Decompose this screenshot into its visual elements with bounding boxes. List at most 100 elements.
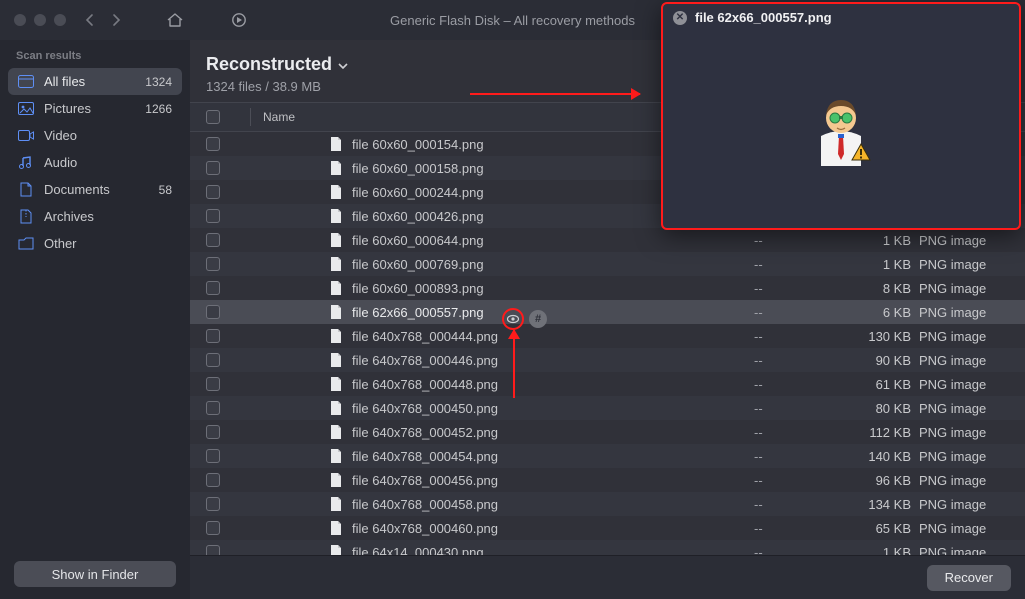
close-window[interactable]	[14, 14, 26, 26]
file-size: 96 KB	[859, 473, 919, 488]
file-row[interactable]: file 62x66_000557.png--6 KBPNG image	[190, 300, 1025, 324]
file-row[interactable]: file 640x768_000450.png--80 KBPNG image	[190, 396, 1025, 420]
file-name-cell: file 640x768_000448.png	[246, 376, 754, 392]
file-date: --	[754, 305, 859, 320]
sidebar-item-other[interactable]: Other	[8, 230, 182, 257]
file-name-cell: file 60x60_000644.png	[246, 232, 754, 248]
refresh-icon[interactable]	[230, 11, 248, 29]
file-date: --	[754, 401, 859, 416]
file-row[interactable]: file 640x768_000456.png--96 KBPNG image	[190, 468, 1025, 492]
file-kind: PNG image	[919, 329, 1009, 344]
file-icon	[328, 280, 344, 296]
row-checkbox[interactable]	[206, 161, 220, 175]
recover-button[interactable]: Recover	[927, 565, 1011, 591]
file-size: 1 KB	[859, 545, 919, 556]
file-row[interactable]: file 640x768_000446.png--90 KBPNG image	[190, 348, 1025, 372]
row-checkbox[interactable]	[206, 377, 220, 391]
file-icon	[328, 208, 344, 224]
file-date: --	[754, 545, 859, 556]
row-checkbox[interactable]	[206, 545, 220, 555]
row-checkbox[interactable]	[206, 281, 220, 295]
file-icon	[328, 328, 344, 344]
file-date: --	[754, 329, 859, 344]
row-checkbox[interactable]	[206, 185, 220, 199]
file-name: file 60x60_000769.png	[352, 257, 484, 272]
zoom-window[interactable]	[54, 14, 66, 26]
sidebar: Scan results All files 1324 Pictures1266Vi…	[0, 40, 190, 599]
select-all-checkbox[interactable]	[206, 110, 220, 124]
sidebar-item-count: 1324	[145, 75, 172, 89]
sidebar-item-pictures[interactable]: Pictures1266	[8, 95, 182, 122]
nav-forward-icon[interactable]	[110, 13, 122, 27]
sidebar-item-audio[interactable]: Audio	[8, 149, 182, 176]
file-size: 134 KB	[859, 497, 919, 512]
file-size: 1 KB	[859, 257, 919, 272]
row-checkbox[interactable]	[206, 353, 220, 367]
sidebar-item-label: Other	[44, 236, 77, 251]
home-icon[interactable]	[166, 12, 184, 28]
file-kind: PNG image	[919, 401, 1009, 416]
file-name: file 640x768_000454.png	[352, 449, 498, 464]
file-size: 140 KB	[859, 449, 919, 464]
sidebar-item-label: Audio	[44, 155, 77, 170]
file-date: --	[754, 449, 859, 464]
file-row[interactable]: file 64x14_000430.png--1 KBPNG image	[190, 540, 1025, 555]
file-icon	[328, 376, 344, 392]
file-row[interactable]: file 640x768_000448.png--61 KBPNG image	[190, 372, 1025, 396]
preview-image	[663, 31, 1019, 225]
row-checkbox[interactable]	[206, 329, 220, 343]
file-kind: PNG image	[919, 449, 1009, 464]
window-title: Generic Flash Disk – All recovery method…	[390, 13, 635, 28]
file-row[interactable]: file 640x768_000454.png --140 KBPNG image	[190, 444, 1025, 468]
file-icon	[328, 472, 344, 488]
file-row[interactable]: file 640x768_000444.png--130 KBPNG image	[190, 324, 1025, 348]
file-name-cell: file 640x768_000446.png	[246, 352, 754, 368]
file-name-cell: file 64x14_000430.png	[246, 544, 754, 555]
row-checkbox[interactable]	[206, 473, 220, 487]
row-checkbox[interactable]	[206, 425, 220, 439]
row-checkbox[interactable]	[206, 449, 220, 463]
row-checkbox[interactable]	[206, 305, 220, 319]
file-row[interactable]: file 60x60_000644.png--1 KBPNG image	[190, 228, 1025, 252]
nav-back-icon[interactable]	[84, 13, 96, 27]
documents-icon	[18, 182, 34, 197]
hex-badge-icon[interactable]: #	[529, 310, 547, 328]
file-name-cell: file 60x60_000769.png	[246, 256, 754, 272]
row-checkbox[interactable]	[206, 401, 220, 415]
file-icon	[328, 232, 344, 248]
row-checkbox[interactable]	[206, 233, 220, 247]
file-row[interactable]: file 640x768_000460.png--65 KBPNG image	[190, 516, 1025, 540]
file-row[interactable]: file 640x768_000452.png--112 KBPNG image	[190, 420, 1025, 444]
file-name: file 640x768_000444.png	[352, 329, 498, 344]
file-size: 8 KB	[859, 281, 919, 296]
file-date: --	[754, 257, 859, 272]
preview-eye-annotation	[502, 308, 524, 330]
row-checkbox[interactable]	[206, 137, 220, 151]
sidebar-item-archives[interactable]: Archives	[8, 203, 182, 230]
archives-icon	[18, 209, 34, 224]
row-checkbox[interactable]	[206, 521, 220, 535]
sidebar-item-documents[interactable]: Documents58	[8, 176, 182, 203]
sidebar-item-count: 58	[159, 183, 172, 197]
row-checkbox[interactable]	[206, 209, 220, 223]
file-kind: PNG image	[919, 281, 1009, 296]
audio-icon	[18, 156, 34, 170]
file-name: file 640x768_000452.png	[352, 425, 498, 440]
file-kind: PNG image	[919, 473, 1009, 488]
file-name-cell: file 640x768_000450.png	[246, 400, 754, 416]
file-icon	[328, 184, 344, 200]
file-kind: PNG image	[919, 521, 1009, 536]
minimize-window[interactable]	[34, 14, 46, 26]
show-in-finder-button[interactable]: Show in Finder	[14, 561, 176, 587]
file-row[interactable]: file 640x768_000458.png--134 KBPNG image	[190, 492, 1025, 516]
file-row[interactable]: file 60x60_000769.png--1 KBPNG image	[190, 252, 1025, 276]
row-checkbox[interactable]	[206, 257, 220, 271]
file-row[interactable]: file 60x60_000893.png--8 KBPNG image	[190, 276, 1025, 300]
sidebar-item-all[interactable]: All files 1324	[8, 68, 182, 95]
sidebar-item-label: All files	[44, 74, 85, 89]
row-checkbox[interactable]	[206, 497, 220, 511]
close-preview-icon[interactable]: ✕	[673, 11, 687, 25]
sidebar-header: Scan results	[8, 50, 182, 68]
sidebar-item-video[interactable]: Video	[8, 122, 182, 149]
file-date: --	[754, 473, 859, 488]
